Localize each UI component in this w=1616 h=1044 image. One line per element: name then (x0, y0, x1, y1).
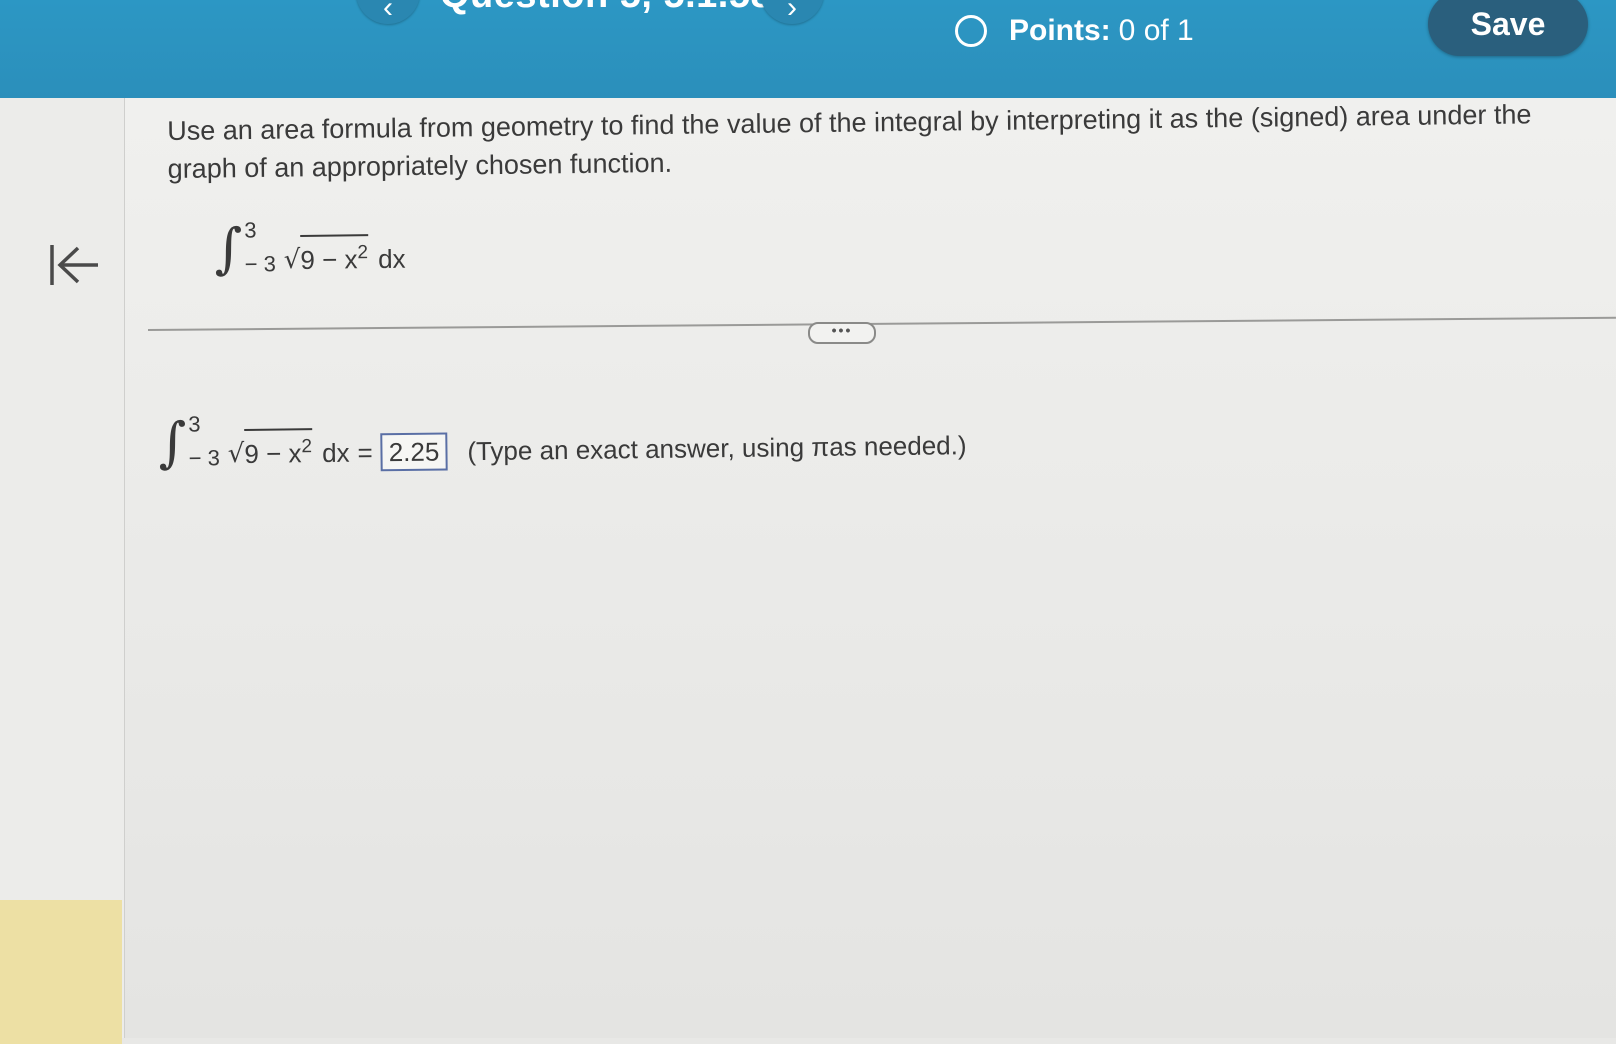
upper-limit: 3 (188, 411, 201, 437)
differential: dx (377, 243, 406, 274)
radicand: 9 − x2 (244, 428, 313, 469)
integral-limits: 3 − 3 (188, 411, 221, 471)
next-question-button[interactable]: › (760, 0, 824, 24)
radicand-base: 9 − x (300, 244, 358, 275)
collapse-left-arrow-icon[interactable] (48, 242, 102, 288)
square-root: √ 9 − x2 (228, 428, 313, 469)
upper-limit: 3 (244, 217, 257, 243)
integral-limits: 3 − 3 (244, 217, 277, 277)
chevron-right-icon: › (787, 0, 797, 24)
question-title: Question 5, 5.1.58 (440, 0, 772, 17)
integral-sign: ∫ (213, 216, 243, 280)
equals-sign: = (357, 437, 373, 468)
differential: dx (321, 437, 350, 468)
radical-sign: √ (227, 438, 245, 470)
points-status: Points: 0 of 1 (955, 14, 1194, 48)
previous-question-button[interactable]: ‹ (356, 0, 420, 24)
chevron-left-icon: ‹ (383, 0, 393, 24)
answer-input[interactable]: 2.25 (380, 432, 448, 472)
top-bar: ‹ Question 5, 5.1.58 › Points: 0 of 1 Sa… (0, 0, 1616, 98)
lower-limit: − 3 (244, 251, 277, 277)
radicand-exponent: 2 (357, 242, 369, 264)
integral-expression: ∫ 3 − 3 √ 9 − x2 dx (213, 216, 406, 280)
left-sidebar (0, 98, 125, 1044)
answer-hint: (Type an exact answer, using πas needed.… (467, 430, 967, 467)
radicand: 9 − x2 (300, 234, 369, 275)
answer-expression: ∫ 3 − 3 √ 9 − x2 dx = 2.25 (Type an exac… (157, 404, 967, 474)
more-options-button[interactable]: ••• (808, 322, 876, 344)
highlight-panel (0, 900, 122, 1044)
radicand-base: 9 − x (244, 438, 302, 469)
lower-limit: − 3 (188, 445, 221, 471)
points-label: Points: (1009, 14, 1111, 47)
integral-sign: ∫ (157, 410, 187, 474)
points-value: 0 of 1 (1118, 14, 1194, 47)
save-button[interactable]: Save (1428, 0, 1588, 56)
radical-sign: √ (283, 244, 301, 276)
points-circle-icon (955, 15, 987, 47)
square-root: √ 9 − x2 (284, 234, 369, 275)
radicand-exponent: 2 (301, 436, 313, 458)
